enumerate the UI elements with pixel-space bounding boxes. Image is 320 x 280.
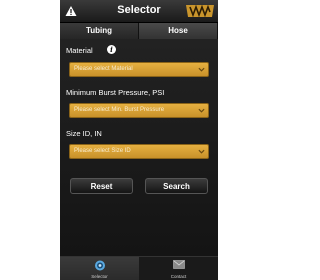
bottom-tab-selector[interactable]: Selector bbox=[60, 257, 139, 280]
app-header: Selector bbox=[60, 0, 218, 23]
size-id-select[interactable]: Please select Size ID bbox=[69, 144, 209, 159]
app-screen: Selector Tubing Hose Material i Please s… bbox=[60, 0, 218, 280]
mail-icon bbox=[172, 260, 185, 269]
bottom-tab-contact-label: Contact bbox=[170, 274, 187, 279]
bottom-tab-selector-label: Selector bbox=[91, 274, 108, 279]
material-select[interactable]: Please select Material bbox=[69, 62, 209, 77]
selector-icon bbox=[94, 260, 105, 271]
size-id-placeholder: Please select Size ID bbox=[74, 148, 131, 154]
material-placeholder: Please select Material bbox=[74, 66, 133, 72]
burst-pressure-placeholder: Please select Min. Burst Pressure bbox=[74, 107, 165, 113]
size-id-label: Size ID, IN bbox=[66, 129, 102, 138]
info-icon[interactable]: i bbox=[107, 45, 116, 54]
burst-pressure-select[interactable]: Please select Min. Burst Pressure bbox=[69, 103, 209, 118]
reset-button[interactable]: Reset bbox=[70, 178, 133, 194]
chevron-down-icon bbox=[198, 67, 205, 72]
chevron-down-icon bbox=[198, 149, 205, 154]
bottom-tab-contact[interactable]: Contact bbox=[139, 257, 218, 280]
bottom-tab-bar: Selector Contact bbox=[60, 256, 218, 280]
search-button[interactable]: Search bbox=[145, 178, 208, 194]
tab-tubing[interactable]: Tubing bbox=[60, 23, 139, 39]
selector-form: Material i Please select Material Minimu… bbox=[60, 39, 218, 256]
chevron-down-icon bbox=[198, 108, 205, 113]
tab-bar: Tubing Hose bbox=[60, 23, 218, 39]
brand-logo-icon bbox=[186, 4, 214, 18]
burst-pressure-label: Minimum Burst Pressure, PSI bbox=[66, 88, 165, 97]
tab-hose[interactable]: Hose bbox=[139, 23, 218, 39]
material-label: Material bbox=[66, 46, 93, 55]
